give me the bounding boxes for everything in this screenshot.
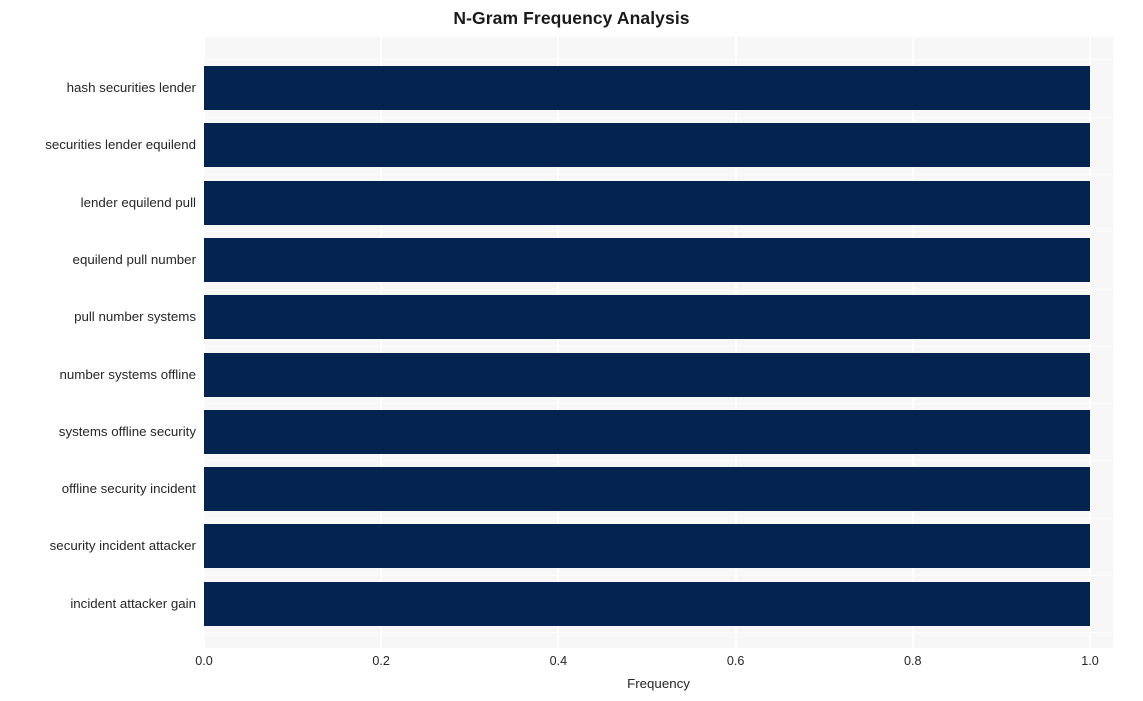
x-axis-tick-label: 0.8 [904, 654, 922, 668]
x-axis-tick-label: 0.0 [195, 654, 213, 668]
x-axis-tick-label: 1.0 [1081, 654, 1099, 668]
x-axis-tick-labels: 0.0 0.2 0.4 0.6 0.8 1.0 [0, 0, 1143, 701]
x-axis-tick-label: 0.6 [726, 654, 745, 668]
x-axis-label: Frequency [627, 676, 690, 691]
chart-figure: N-Gram Frequency Analysis hash securitie… [0, 0, 1143, 701]
x-axis-tick-label: 0.2 [372, 654, 390, 668]
x-axis-tick-label: 0.4 [549, 654, 568, 668]
